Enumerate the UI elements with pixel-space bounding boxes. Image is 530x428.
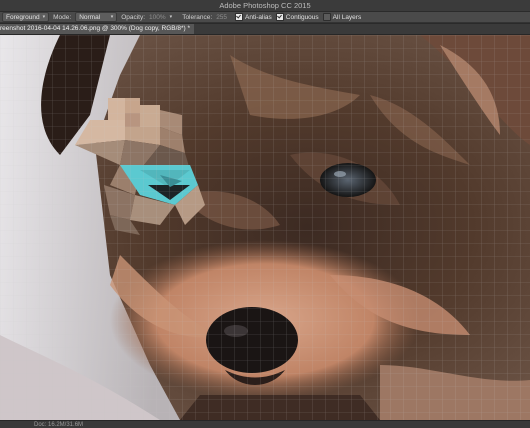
all-layers-checkbox[interactable]: All Layers [322, 13, 362, 21]
tolerance-field[interactable]: 255 [216, 14, 227, 21]
contiguous-label: Contiguous [285, 13, 319, 21]
document-tab-label: reenshot 2016-04-04 14.26.06.png @ 300% … [0, 25, 191, 32]
canvas-artwork[interactable] [0, 35, 530, 420]
checkbox-checked-icon [275, 13, 284, 21]
pixel-grid-overlay [0, 35, 530, 420]
fill-source-value: Foreground [6, 13, 40, 21]
opacity-field[interactable]: 100% [149, 14, 166, 21]
all-layers-label: All Layers [332, 13, 362, 21]
window-title: Adobe Photoshop CC 2015 [219, 1, 311, 10]
window-title-bar: Adobe Photoshop CC 2015 [0, 0, 530, 12]
chevron-down-icon[interactable]: ▾ [170, 14, 173, 20]
chevron-down-icon: ▾ [42, 14, 46, 20]
doc-size-info[interactable]: Doc: 16.2M/31.6M [34, 422, 83, 428]
document-canvas[interactable] [0, 35, 530, 420]
chevron-down-icon: ▾ [110, 14, 114, 20]
status-bar: Doc: 16.2M/31.6M [0, 420, 530, 428]
tool-options-bar: Foreground ▾ Mode: Normal ▾ Opacity: 100… [0, 12, 530, 23]
checkbox-unchecked-icon [322, 13, 331, 21]
mode-dropdown[interactable]: Normal ▾ [75, 12, 118, 22]
contiguous-checkbox[interactable]: Contiguous [275, 13, 319, 21]
mode-value: Normal [79, 13, 101, 21]
anti-alias-label: Anti-alias [245, 13, 272, 21]
fill-source-dropdown[interactable]: Foreground ▾ [2, 12, 50, 22]
opacity-label: Opacity: [121, 13, 146, 21]
checkbox-checked-icon [235, 13, 244, 21]
document-tab-bar: reenshot 2016-04-04 14.26.06.png @ 300% … [0, 24, 530, 35]
mode-label: Mode: [53, 13, 72, 21]
document-tab[interactable]: reenshot 2016-04-04 14.26.06.png @ 300% … [0, 24, 195, 34]
tolerance-label: Tolerance: [182, 13, 213, 21]
anti-alias-checkbox[interactable]: Anti-alias [235, 13, 272, 21]
